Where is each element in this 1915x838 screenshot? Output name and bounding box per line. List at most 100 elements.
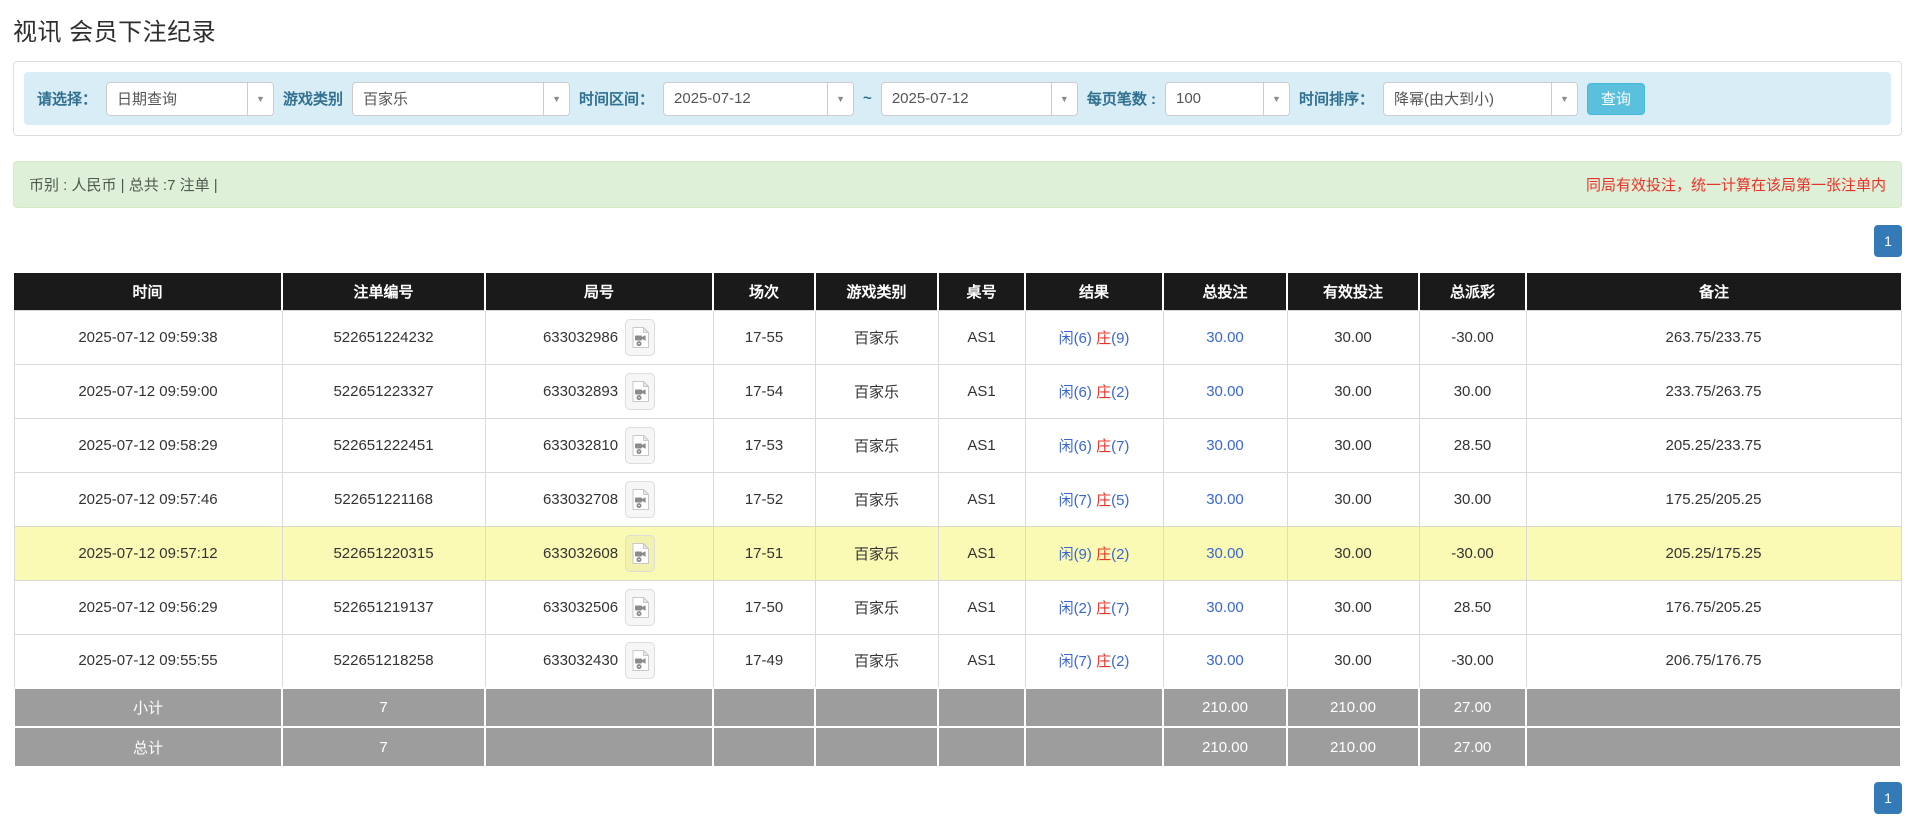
result-banker-label: 庄 (1096, 491, 1112, 509)
search-button[interactable]: 查询 (1587, 82, 1646, 115)
video-replay-icon[interactable] (625, 534, 656, 572)
filter-bar: 请选择： 日期查询 ▼ 游戏类别 百家乐 ▼ 时间区间： 2025-07-12 … (24, 72, 1891, 125)
cell-total-bet: 30.00 (1162, 633, 1288, 689)
date-from-value: 2025-07-12 (674, 90, 751, 107)
col-round: 局号 (484, 273, 713, 310)
video-replay-icon[interactable] (625, 318, 656, 356)
cell-time: 2025-07-12 09:56:29 (13, 579, 283, 635)
total-empty-round (484, 726, 714, 766)
total-bet-link[interactable]: 30.00 (1206, 383, 1244, 400)
round-number: 633032506 (542, 598, 619, 616)
table-row: 2025-07-12 09:55:55 522651218258 633032430… (13, 633, 1902, 689)
cell-payout: 30.00 (1418, 363, 1527, 419)
total-empty-result (1024, 726, 1164, 766)
result-banker-score: (2) (1111, 653, 1130, 671)
cell-valid-bet: 30.00 (1286, 579, 1420, 635)
cell-valid-bet: 30.00 (1286, 417, 1420, 473)
result-banker-label: 庄 (1096, 599, 1112, 617)
chevron-down-icon[interactable]: ▼ (1050, 82, 1077, 115)
round-number: 633032430 (542, 652, 619, 670)
cell-table-no: AS1 (937, 633, 1026, 689)
date-to-select[interactable]: 2025-07-12 ▼ (880, 81, 1078, 116)
total-bet-link[interactable]: 30.00 (1206, 652, 1244, 669)
result-player: 闲(9) (1058, 545, 1092, 563)
page-button-1[interactable]: 1 (1874, 225, 1902, 257)
valid-bet-notice-text: 同局有效投注，统一计算在该局第一张注单内 (1585, 177, 1886, 194)
cell-time: 2025-07-12 09:55:55 (13, 633, 283, 689)
cell-round: 633032430 (484, 633, 714, 689)
subtotal-empty-result (1024, 687, 1164, 727)
cell-valid-bet: 30.00 (1286, 471, 1420, 527)
video-replay-icon[interactable] (625, 642, 656, 680)
table-header-row: 时间 注单编号 局号 场次 游戏类别 桌号 结果 总投注 有效投注 总派彩 备注 (14, 273, 1901, 310)
cell-result: 闲(6) 庄(7) (1024, 417, 1164, 473)
total-empty-game (814, 726, 939, 766)
query-type-value: 日期查询 (117, 91, 178, 108)
table-row: 2025-07-12 09:57:12 522651220315 633032608… (13, 525, 1902, 581)
page-button-1[interactable]: 1 (1874, 782, 1902, 814)
result-player: 闲(6) (1058, 437, 1092, 455)
total-bet-link[interactable]: 30.00 (1206, 545, 1244, 562)
result-banker-score: (2) (1111, 545, 1130, 563)
result-banker-score: (7) (1111, 599, 1130, 617)
subtotal-empty-round (484, 687, 714, 727)
cell-game-type: 百家乐 (814, 417, 939, 473)
subtotal-empty-session (712, 687, 816, 727)
sort-order-select[interactable]: 降幂(由大到小) ▼ (1383, 81, 1578, 116)
total-bet-link[interactable]: 30.00 (1206, 329, 1244, 346)
result-banker-label: 庄 (1096, 653, 1112, 671)
video-replay-icon[interactable] (625, 480, 656, 518)
cell-bet-id: 522651223327 (281, 363, 486, 419)
cell-game-type: 百家乐 (814, 363, 939, 419)
subtotal-empty-game (814, 687, 939, 727)
query-type-label: 请选择： (37, 91, 98, 108)
cell-round: 633032810 (484, 417, 714, 473)
cell-payout: 28.50 (1418, 417, 1527, 473)
cell-table-no: AS1 (937, 471, 1026, 527)
chevron-down-icon[interactable]: ▼ (1262, 82, 1289, 115)
game-type-select[interactable]: 百家乐 ▼ (352, 81, 571, 116)
cell-valid-bet: 30.00 (1286, 633, 1420, 689)
round-number: 633032893 (542, 382, 619, 400)
video-replay-icon[interactable] (625, 588, 656, 626)
col-bet-id: 注单编号 (281, 273, 485, 310)
subtotal-row: 小计 7 210.00 210.00 27.00 (13, 687, 1902, 727)
result-banker-score: (2) (1111, 383, 1130, 401)
page-title: 视讯 会员下注纪录 (13, 19, 217, 46)
chevron-down-icon[interactable]: ▼ (247, 82, 274, 115)
chevron-down-icon[interactable]: ▼ (1551, 82, 1577, 115)
cell-bet-id: 522651220315 (281, 525, 486, 581)
chevron-down-icon[interactable]: ▼ (827, 82, 854, 115)
cell-session: 17-52 (712, 471, 816, 527)
chevron-down-icon[interactable]: ▼ (543, 82, 570, 115)
cell-payout: -30.00 (1418, 309, 1527, 365)
round-number: 633032708 (542, 490, 619, 508)
result-banker-label: 庄 (1096, 545, 1112, 563)
cell-valid-bet: 30.00 (1286, 363, 1420, 419)
col-table-no: 桌号 (937, 273, 1025, 310)
date-from-select[interactable]: 2025-07-12 ▼ (663, 81, 855, 116)
filter-panel: 请选择： 日期查询 ▼ 游戏类别 百家乐 ▼ 时间区间： 2025-07-12 … (13, 61, 1902, 136)
page-size-select[interactable]: 100 ▼ (1164, 81, 1290, 116)
currency-summary-text: 币别 : 人民币 | 总共 :7 注单 | (29, 177, 218, 194)
cell-round: 633032708 (484, 471, 714, 527)
total-bet-link[interactable]: 30.00 (1206, 599, 1244, 616)
cell-result: 闲(7) 庄(2) (1024, 633, 1164, 689)
cell-time: 2025-07-12 09:59:00 (13, 363, 283, 419)
cell-payout: -30.00 (1418, 525, 1527, 581)
query-type-select[interactable]: 日期查询 ▼ (106, 81, 275, 116)
subtotal-count: 7 (281, 687, 486, 727)
summary-bar: 币别 : 人民币 | 总共 :7 注单 | 同局有效投注，统一计算在该局第一张注… (13, 161, 1902, 208)
total-bet-link[interactable]: 30.00 (1206, 491, 1244, 508)
total-bet-link[interactable]: 30.00 (1206, 437, 1244, 454)
cell-game-type: 百家乐 (814, 525, 939, 581)
result-player: 闲(6) (1058, 383, 1092, 401)
sort-order-label: 时间排序： (1298, 91, 1374, 108)
video-replay-icon[interactable] (625, 426, 656, 464)
result-player: 闲(7) (1058, 653, 1092, 671)
cell-note: 205.25/175.25 (1525, 525, 1902, 581)
result-banker-score: (9) (1111, 329, 1130, 347)
total-empty-table (937, 726, 1026, 766)
video-replay-icon[interactable] (625, 372, 656, 410)
cell-game-type: 百家乐 (814, 309, 939, 365)
